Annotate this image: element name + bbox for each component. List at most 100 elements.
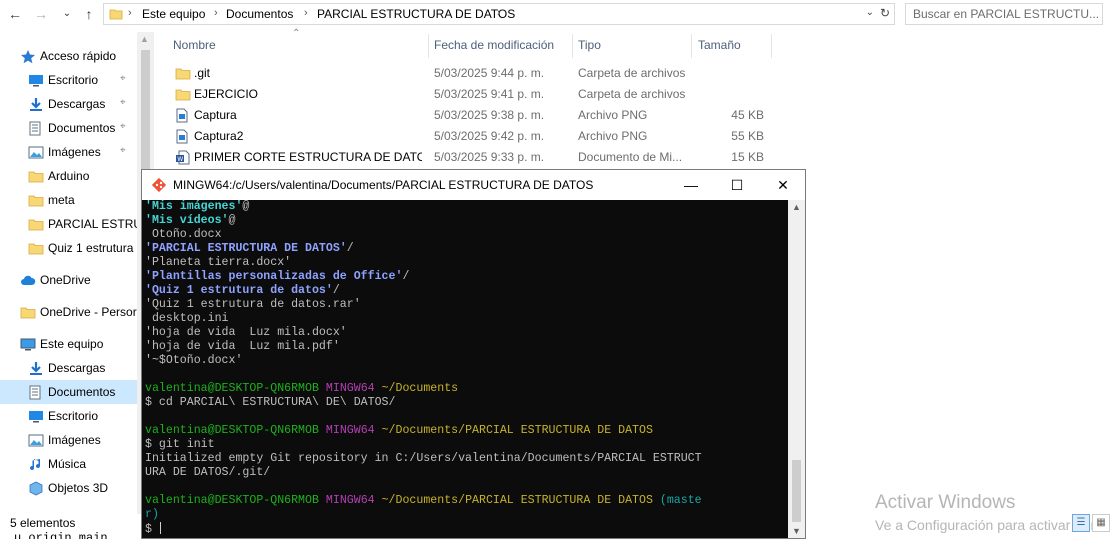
breadcrumb-chevron-icon: › — [214, 7, 218, 19]
recent-dropdown-icon[interactable]: ⌄ — [56, 4, 78, 24]
address-dropdown-icon[interactable]: ⌄ — [866, 7, 874, 18]
explorer-toolbar: ← → ⌄ ↑ › Este equipo › Documentos › PAR… — [0, 0, 1110, 30]
file-date: 5/03/2025 9:42 p. m. — [434, 129, 545, 143]
sidebar-item[interactable]: Este equipo — [0, 332, 137, 356]
status-bar: u origin main 5 elementos — [0, 514, 140, 539]
terminal-titlebar[interactable]: MINGW64:/c/Users/valentina/Documents/PAR… — [142, 170, 805, 200]
maximize-icon[interactable]: ☐ — [714, 170, 760, 200]
sort-ascending-icon: ⌃ — [292, 28, 301, 39]
git-bash-window[interactable]: MINGW64:/c/Users/valentina/Documents/PAR… — [141, 169, 806, 539]
terminal-text: (maste — [659, 494, 702, 507]
file-row[interactable]: Captura2 5/03/2025 9:42 p. m. Archivo PNG 5… — [160, 126, 1110, 147]
sidebar-item[interactable]: OneDrive — [0, 268, 137, 292]
terminal-text: desktop.ini — [145, 312, 229, 325]
download-icon — [28, 361, 44, 375]
column-header-date[interactable]: Fecha de modificación — [434, 38, 554, 52]
pin-icon[interactable]: ⌖ — [120, 145, 126, 156]
terminal-line: 'Quiz 1 estrutura de datos.rar' — [145, 298, 787, 312]
terminal-line: URA DE DATOS/.git/ — [145, 466, 787, 480]
terminal-scrollbar-thumb[interactable] — [792, 460, 801, 522]
terminal-text: ~/Documents/PARCIAL ESTRUCTURA DE DATOS — [381, 424, 653, 437]
column-divider[interactable] — [572, 34, 573, 58]
file-size: 55 KB — [731, 129, 764, 143]
search-box[interactable] — [905, 3, 1103, 25]
sidebar-item-label: Música — [48, 457, 87, 471]
minimize-icon[interactable]: — — [668, 170, 714, 200]
file-row[interactable]: Captura 5/03/2025 9:38 p. m. Archivo PNG 45… — [160, 105, 1110, 126]
terminal-line: '~$Otoño.docx' — [145, 354, 787, 368]
breadcrumb-current-folder[interactable]: PARCIAL ESTRUCTURA DE DATOS — [317, 7, 515, 21]
pin-icon[interactable]: ⌖ — [120, 97, 126, 108]
sidebar-item-label: Escritorio — [48, 409, 99, 423]
terminal-text: @ — [242, 200, 250, 213]
up-arrow-icon[interactable]: ↑ — [78, 4, 100, 24]
folder-icon — [109, 9, 123, 20]
breadcrumb-este-equipo[interactable]: Este equipo — [142, 7, 205, 21]
file-row[interactable]: .git 5/03/2025 9:44 p. m. Carpeta de archi… — [160, 63, 1110, 84]
sidebar-item[interactable]: Imágenes — [0, 428, 137, 452]
sidebar-item-label: OneDrive - Persor — [40, 305, 137, 319]
column-header-name[interactable]: Nombre — [173, 38, 216, 52]
sidebar-item[interactable]: Escritorio ⌖ — [0, 68, 137, 92]
pictures-icon — [28, 145, 44, 159]
file-type: Documento de Mi... — [578, 150, 683, 164]
text-cursor — [159, 522, 161, 534]
terminal-text: $ git init — [145, 438, 215, 451]
scroll-up-icon[interactable]: ▲ — [140, 34, 149, 44]
address-bar[interactable]: › Este equipo › Documentos › PARCIAL EST… — [103, 3, 895, 25]
terminal-text: $ cd PARCIAL\ ESTRUCTURA\ DE\ DATOS/ — [145, 396, 396, 409]
details-view-icon[interactable]: ☰ — [1072, 514, 1090, 532]
sidebar-item[interactable]: Arduino — [0, 164, 137, 188]
breadcrumb-chevron-icon: › — [128, 7, 132, 19]
column-header-type[interactable]: Tipo — [578, 38, 601, 52]
close-icon[interactable]: ✕ — [760, 170, 806, 200]
sidebar-item[interactable]: Objetos 3D — [0, 476, 137, 500]
breadcrumb-documentos[interactable]: Documentos — [226, 7, 293, 21]
file-name: .git — [194, 66, 211, 80]
terminal-line: desktop.ini — [145, 312, 787, 326]
sidebar-item[interactable]: Documentos ⌖ — [0, 116, 137, 140]
column-divider[interactable] — [428, 34, 429, 58]
terminal-title: MINGW64:/c/Users/valentina/Documents/PAR… — [173, 178, 594, 192]
terminal-scrollbar[interactable]: ▲ ▼ — [788, 200, 805, 538]
pin-icon[interactable]: ⌖ — [120, 73, 126, 84]
sidebar-item[interactable]: Escritorio — [0, 404, 137, 428]
file-row[interactable]: W PRIMER CORTE ESTRUCTURA DE DATOS V... 5/… — [160, 147, 1110, 168]
sidebar-item[interactable]: PARCIAL ESTRUC — [0, 212, 137, 236]
terminal-output[interactable]: 'Mis imágenes'@ 'Mis vídeos'@ Otoño.docx '… — [145, 200, 787, 538]
terminal-text: 'PARCIAL ESTRUCTURA DE DATOS' — [145, 242, 347, 255]
activate-windows-watermark: Activar Windows Ve a Configuración para … — [875, 492, 1098, 533]
terminal-line: 'Mis vídeos'@ — [145, 214, 787, 228]
documents-icon — [28, 385, 44, 400]
background-text: u origin main — [14, 531, 108, 539]
column-divider[interactable] — [771, 34, 772, 58]
terminal-text: '~$Otoño.docx' — [145, 354, 243, 367]
terminal-text: 'Plantillas personalizadas de Office' — [145, 270, 403, 283]
sidebar-item[interactable]: OneDrive - Persor — [0, 300, 137, 324]
terminal-text: 'Quiz 1 estrutura de datos.rar' — [145, 298, 361, 311]
file-row[interactable]: EJERCICIO 5/03/2025 9:41 p. m. Carpeta de … — [160, 84, 1110, 105]
sidebar-item[interactable]: Quiz 1 estrutura — [0, 236, 137, 260]
terminal-line: 'Quiz 1 estrutura de datos'/ — [145, 284, 787, 298]
column-header-size[interactable]: Tamaño — [698, 38, 741, 52]
sidebar-item[interactable]: Imágenes ⌖ — [0, 140, 137, 164]
music-icon — [28, 457, 44, 471]
sidebar-item-label: Escritorio — [48, 73, 99, 87]
terminal-line: 'Mis imágenes'@ — [145, 200, 787, 214]
search-input[interactable] — [906, 4, 1102, 24]
sidebar-item[interactable]: Documentos — [0, 380, 137, 404]
scroll-up-icon[interactable]: ▲ — [792, 202, 801, 212]
sidebar-item[interactable]: Descargas ⌖ — [0, 92, 137, 116]
column-divider[interactable] — [691, 34, 692, 58]
back-arrow-icon[interactable]: ← — [4, 4, 26, 24]
forward-arrow-icon[interactable]: → — [30, 4, 52, 24]
pin-icon[interactable]: ⌖ — [120, 121, 126, 132]
refresh-icon[interactable]: ↻ — [880, 6, 890, 20]
sidebar-item[interactable]: Música — [0, 452, 137, 476]
sidebar-item[interactable]: Descargas — [0, 356, 137, 380]
scroll-down-icon[interactable]: ▼ — [792, 526, 801, 536]
sidebar-item[interactable]: meta — [0, 188, 137, 212]
tiles-view-icon[interactable]: ▦ — [1092, 514, 1110, 532]
sidebar-item[interactable]: Acceso rápido — [0, 44, 137, 68]
file-size: 15 KB — [731, 150, 764, 164]
